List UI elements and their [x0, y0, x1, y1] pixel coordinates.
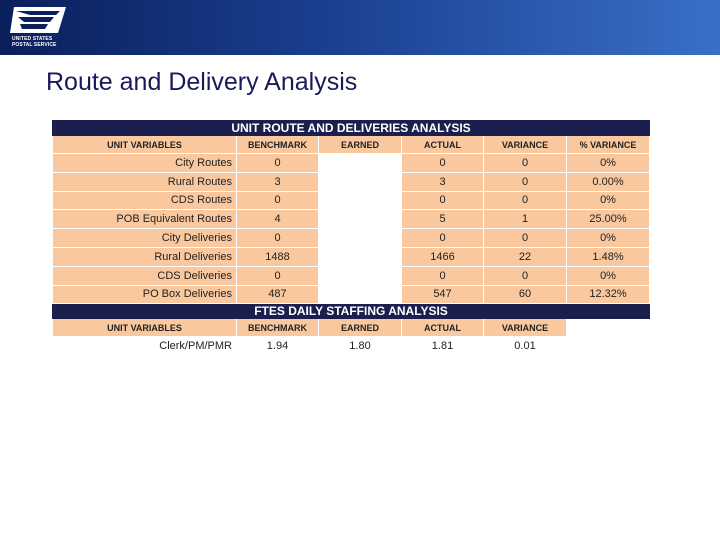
blank-hatched-cell	[565, 336, 651, 357]
analysis-table: UNIT ROUTE AND DELIVERIES ANALYSIS UNIT …	[51, 120, 651, 357]
benchmark-cell: 0	[236, 190, 319, 211]
benchmark-cell: 3	[236, 171, 319, 192]
actual-cell: 3	[401, 171, 484, 192]
pct-variance-cell: 0.00%	[565, 171, 651, 192]
column-header: BENCHMARK	[236, 318, 319, 338]
table-row: Rural Routes 3 3 0 0.00%	[52, 171, 651, 192]
benchmark-cell: 4	[236, 209, 319, 230]
pct-variance-cell: 12.32%	[565, 284, 651, 305]
table-row: City Routes 0 0 0 0%	[52, 153, 651, 173]
pct-variance-cell: 25.00%	[565, 209, 651, 230]
column-header: ACTUAL	[401, 318, 484, 338]
actual-cell: 0	[401, 153, 484, 173]
usps-logo: UNITED STATES POSTAL SERVICE	[10, 5, 70, 51]
actual-cell: 547	[401, 284, 484, 305]
variance-cell: 0.01	[483, 336, 567, 357]
earned-cell	[318, 284, 402, 305]
row-label: CDS Deliveries	[52, 265, 237, 286]
benchmark-cell: 0	[236, 265, 319, 286]
column-header: UNIT VARIABLES	[52, 318, 237, 338]
benchmark-cell: 0	[236, 228, 319, 248]
variance-cell: 0	[483, 228, 567, 248]
table-row: PO Box Deliveries 487 547 60 12.32%	[52, 284, 651, 305]
earned-cell	[318, 171, 402, 192]
earned-cell	[318, 153, 402, 173]
actual-cell: 5	[401, 209, 484, 230]
route-table-heading-row: UNIT ROUTE AND DELIVERIES ANALYSIS	[51, 120, 651, 136]
eagle-icon	[10, 7, 66, 33]
actual-cell: 1466	[401, 246, 484, 267]
benchmark-cell: 487	[236, 284, 319, 305]
header-bar: UNITED STATES POSTAL SERVICE	[0, 0, 720, 55]
logo-line-2: POSTAL SERVICE	[12, 42, 57, 48]
row-label: City Deliveries	[52, 228, 237, 248]
staffing-table-heading-row: FTES DAILY STAFFING ANALYSIS	[51, 303, 651, 320]
table-row: CDS Routes 0 0 0 0%	[52, 190, 651, 211]
column-header: EARNED	[318, 135, 402, 154]
row-label: City Routes	[52, 153, 237, 173]
page-title: Route and Delivery Analysis	[46, 68, 358, 96]
variance-cell: 0	[483, 265, 567, 286]
table-row: Rural Deliveries 1488 1466 22 1.48%	[52, 246, 651, 267]
variance-cell: 0	[483, 190, 567, 211]
variance-cell: 22	[483, 246, 567, 267]
route-table-heading: UNIT ROUTE AND DELIVERIES ANALYSIS	[51, 120, 651, 136]
variance-cell: 0	[483, 153, 567, 173]
table-row: POB Equivalent Routes 4 5 1 25.00%	[52, 209, 651, 230]
benchmark-cell: 1.94	[236, 336, 319, 357]
actual-cell: 0	[401, 190, 484, 211]
earned-cell	[318, 246, 402, 267]
row-label: POB Equivalent Routes	[52, 209, 237, 230]
pct-variance-cell: 0%	[565, 190, 651, 211]
route-table-header-row: UNIT VARIABLES BENCHMARK EARNED ACTUAL V…	[52, 135, 651, 154]
actual-cell: 0	[401, 228, 484, 248]
pct-variance-cell: 1.48%	[565, 246, 651, 267]
earned-cell	[318, 265, 402, 286]
row-label: CDS Routes	[52, 190, 237, 211]
actual-cell: 1.81	[401, 336, 484, 357]
variance-cell: 0	[483, 171, 567, 192]
column-header: % VARIANCE	[565, 135, 651, 154]
earned-cell	[318, 190, 402, 211]
column-header: EARNED	[318, 318, 402, 338]
table-row: Clerk/PM/PMR 1.94 1.80 1.81 0.01	[52, 336, 651, 357]
earned-cell	[318, 228, 402, 248]
column-header: BENCHMARK	[236, 135, 319, 154]
benchmark-cell: 1488	[236, 246, 319, 267]
row-label: Clerk/PM/PMR	[52, 336, 237, 357]
variance-cell: 60	[483, 284, 567, 305]
actual-cell: 0	[401, 265, 484, 286]
staffing-table-header-row: UNIT VARIABLES BENCHMARK EARNED ACTUAL V…	[52, 318, 651, 338]
column-header: VARIANCE	[483, 135, 567, 154]
blank-header-cell	[565, 318, 651, 338]
benchmark-cell: 0	[236, 153, 319, 173]
column-header: ACTUAL	[401, 135, 484, 154]
earned-cell: 1.80	[318, 336, 402, 357]
row-label: PO Box Deliveries	[52, 284, 237, 305]
column-header: UNIT VARIABLES	[52, 135, 237, 154]
pct-variance-cell: 0%	[565, 228, 651, 248]
staffing-table-heading: FTES DAILY STAFFING ANALYSIS	[51, 303, 651, 320]
variance-cell: 1	[483, 209, 567, 230]
earned-cell	[318, 209, 402, 230]
pct-variance-cell: 0%	[565, 153, 651, 173]
column-header: VARIANCE	[483, 318, 567, 338]
table-row: CDS Deliveries 0 0 0 0%	[52, 265, 651, 286]
table-row: City Deliveries 0 0 0 0%	[52, 228, 651, 248]
row-label: Rural Routes	[52, 171, 237, 192]
row-label: Rural Deliveries	[52, 246, 237, 267]
pct-variance-cell: 0%	[565, 265, 651, 286]
